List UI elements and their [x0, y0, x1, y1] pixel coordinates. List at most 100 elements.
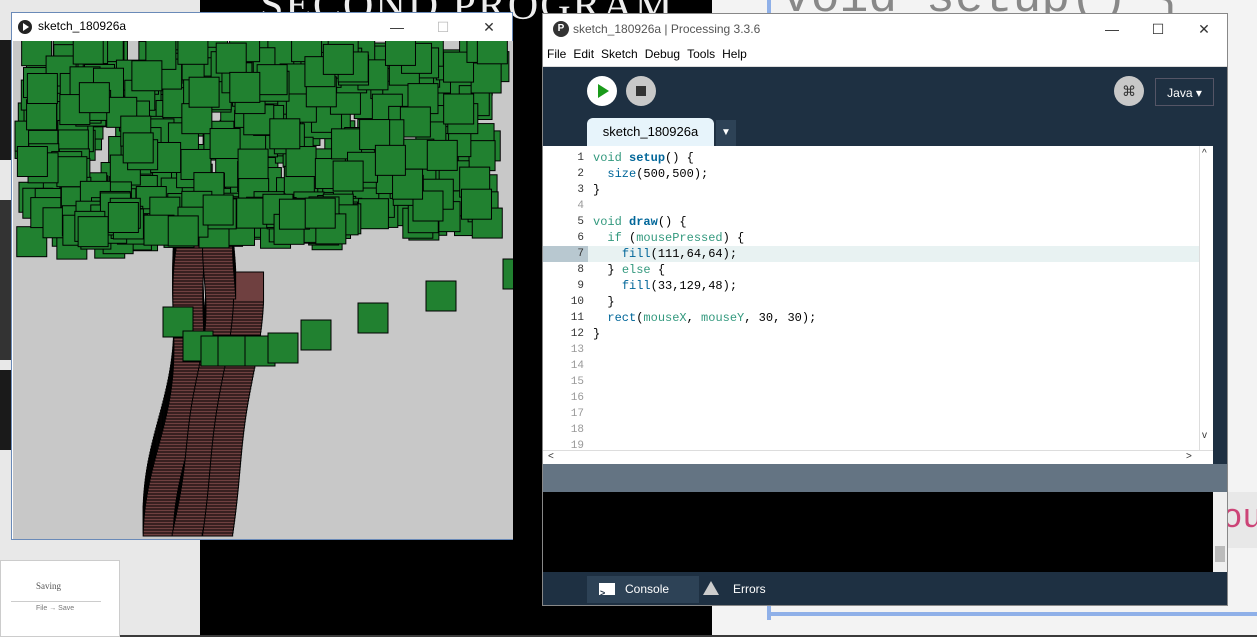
close-button[interactable]: ✕	[466, 13, 512, 41]
stop-button[interactable]	[626, 76, 656, 106]
code-line[interactable]: 11 rect(mouseX, mouseY, 30, 30);	[543, 310, 1213, 326]
line-number: 13	[570, 344, 584, 356]
code-line[interactable]: 15	[543, 374, 1213, 390]
console-output[interactable]	[543, 492, 1213, 572]
menu-sketch[interactable]: Sketch	[598, 44, 641, 61]
drawn-square	[122, 132, 154, 164]
drawn-square	[374, 144, 406, 176]
menu-debug[interactable]: Debug	[642, 44, 683, 61]
console-icon	[599, 580, 615, 607]
drawn-square	[131, 60, 163, 92]
sketch-window: sketch_180926a — ☐ ✕	[11, 12, 513, 540]
menu-help[interactable]: Help	[719, 44, 750, 61]
code-text: size(500,500);	[607, 167, 709, 181]
drawn-square	[229, 71, 261, 103]
tab-console[interactable]: Console	[587, 576, 699, 607]
drawn-square	[217, 335, 249, 367]
drawn-square	[425, 280, 457, 312]
drawn-square	[209, 128, 241, 160]
maximize-button[interactable]: ☐	[1135, 15, 1181, 43]
code-text: } else {	[593, 263, 666, 277]
scroll-down-icon[interactable]: v	[1202, 430, 1207, 441]
code-line[interactable]: 1 void setup() {	[543, 150, 1213, 166]
line-number: 18	[570, 424, 584, 436]
run-button[interactable]	[587, 76, 617, 106]
line-number: 5	[577, 216, 584, 228]
code-line[interactable]: 10 }	[543, 294, 1213, 310]
drawn-square	[77, 216, 109, 248]
drawn-square	[236, 197, 268, 229]
code-line[interactable]: 7 fill(111,64,64);	[543, 246, 1213, 262]
drawn-square	[233, 271, 265, 303]
drawn-square	[256, 64, 288, 96]
drawn-square	[357, 302, 389, 334]
code-line[interactable]: 4	[543, 198, 1213, 214]
drawn-square	[357, 198, 389, 230]
code-line[interactable]: 18	[543, 422, 1213, 438]
scroll-left-icon[interactable]: <	[548, 451, 554, 462]
code-line[interactable]: 6 if (mousePressed) {	[543, 230, 1213, 246]
scroll-right-icon[interactable]: >	[1186, 451, 1192, 462]
line-number: 6	[577, 232, 584, 244]
close-button[interactable]: ✕	[1181, 15, 1227, 43]
processing-ide-window: P sketch_180926a | Processing 3.3.6 — ☐ …	[542, 13, 1228, 607]
code-text: rect(mouseX, mouseY, 30, 30);	[607, 311, 817, 325]
line-number: 3	[577, 184, 584, 196]
console-tab-label: Console	[625, 582, 670, 596]
tab-errors[interactable]: Errors	[703, 576, 793, 603]
warning-icon	[703, 581, 719, 595]
mode-selector[interactable]: Java ▾	[1155, 78, 1214, 106]
scroll-up-icon[interactable]: ^	[1202, 148, 1207, 159]
line-number: 11	[570, 312, 584, 324]
console-scrollbar[interactable]	[1213, 492, 1227, 572]
horizontal-scrollbar[interactable]: < >	[543, 450, 1213, 465]
vertical-scrollbar[interactable]: ^ v	[1199, 146, 1213, 450]
drawn-square	[16, 146, 48, 178]
bottom-tabs: Console Errors	[543, 572, 1227, 607]
code-line[interactable]: 19	[543, 438, 1213, 450]
code-line[interactable]: 9 fill(33,129,48);	[543, 278, 1213, 294]
code-line[interactable]: 16	[543, 390, 1213, 406]
code-line[interactable]: 12}	[543, 326, 1213, 342]
tab-sketch[interactable]: sketch_180926a	[587, 118, 714, 146]
minimize-button[interactable]: —	[374, 13, 420, 41]
line-number: 14	[570, 360, 584, 372]
code-text: fill(33,129,48);	[621, 279, 738, 293]
doc-divider	[11, 601, 101, 602]
tab-menu-arrow[interactable]: ▼	[716, 120, 736, 146]
sketch-titlebar[interactable]: sketch_180926a — ☐ ✕	[12, 13, 512, 41]
menu-edit[interactable]: Edit	[570, 44, 597, 61]
code-line[interactable]: 2 size(500,500);	[543, 166, 1213, 182]
line-number: 16	[570, 392, 584, 404]
debug-button[interactable]: ⌘	[1114, 76, 1144, 106]
drawn-square	[332, 160, 364, 192]
drawn-square	[322, 43, 354, 75]
blue-border	[767, 612, 1257, 616]
line-number: 8	[577, 264, 584, 276]
maximize-button[interactable]: ☐	[420, 13, 466, 41]
code-text: }	[593, 295, 615, 309]
console-scroll-thumb[interactable]	[1215, 546, 1225, 562]
ide-titlebar[interactable]: P sketch_180926a | Processing 3.3.6 — ☐ …	[543, 14, 1227, 44]
code-line[interactable]: 14	[543, 358, 1213, 374]
sketch-canvas[interactable]	[13, 41, 513, 539]
line-number: 10	[570, 296, 584, 308]
code-line[interactable]: 13	[543, 342, 1213, 358]
doc-page: Saving File → Save	[0, 560, 120, 637]
code-text: fill(111,64,64);	[621, 247, 738, 261]
code-line[interactable]: 17	[543, 406, 1213, 422]
drawn-square	[215, 42, 247, 74]
code-line[interactable]: 8 } else {	[543, 262, 1213, 278]
menu-tools[interactable]: Tools	[684, 44, 718, 61]
doc-heading: Saving	[36, 581, 62, 591]
drawn-square	[237, 148, 269, 180]
minimize-button[interactable]: —	[1089, 15, 1135, 43]
drawn-square	[502, 258, 513, 290]
line-number: 15	[570, 376, 584, 388]
menu-file[interactable]: File	[544, 44, 569, 61]
drawn-square	[177, 41, 209, 65]
code-editor[interactable]: 1 void setup() {2 size(500,500); 3} 4 5 void …	[543, 146, 1213, 450]
code-line[interactable]: 5 void draw() {	[543, 214, 1213, 230]
drawn-square	[460, 188, 492, 220]
code-line[interactable]: 3}	[543, 182, 1213, 198]
